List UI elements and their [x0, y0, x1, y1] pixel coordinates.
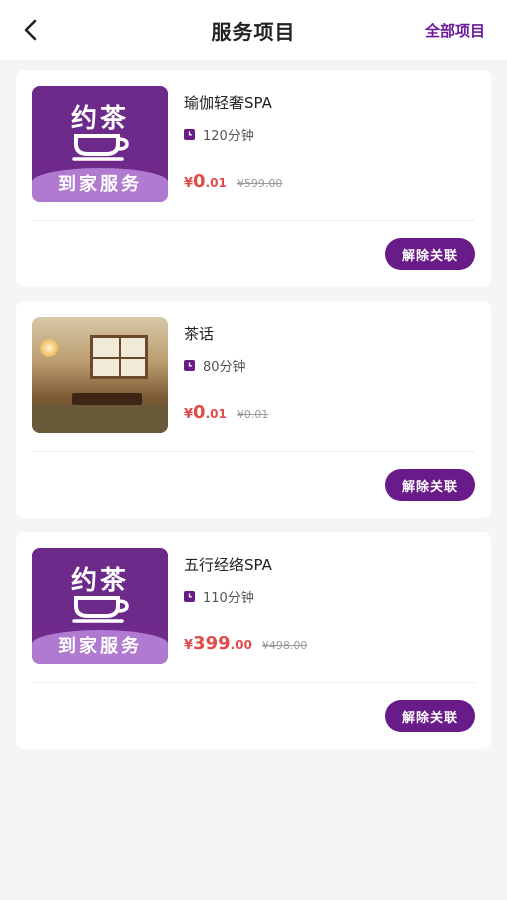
service-photo: [32, 317, 168, 433]
chevron-left-icon: [24, 19, 37, 41]
service-card: 约茶 到家服务 瑜伽轻奢SPA 120分钟 ¥0.01 ¥599.00 解除关联: [16, 70, 491, 287]
unlink-button[interactable]: 解除关联: [384, 700, 475, 732]
original-price: ¥599.00: [236, 177, 283, 190]
original-price: ¥498.00: [261, 639, 308, 652]
tea-cup-icon: [72, 134, 129, 161]
service-card: 茶话 80分钟 ¥0.01 ¥0.01 解除关联: [16, 301, 491, 518]
service-price: ¥0.01: [184, 402, 227, 423]
service-price: ¥0.01: [184, 171, 227, 192]
service-logo-image: 约茶 到家服务: [32, 86, 168, 202]
clock-icon: [184, 129, 195, 140]
original-price: ¥0.01: [236, 408, 269, 421]
service-name: 五行经络SPA: [184, 556, 272, 574]
tea-cup-icon: [72, 596, 129, 623]
service-duration: 110分钟: [203, 591, 254, 606]
logo-subtitle: 到家服务: [58, 174, 142, 195]
service-card: 约茶 到家服务 五行经络SPA 110分钟 ¥399.00 ¥498.00 解除…: [16, 532, 491, 749]
service-price: ¥399.00: [184, 633, 252, 654]
service-list: 约茶 到家服务 瑜伽轻奢SPA 120分钟 ¥0.01 ¥599.00 解除关联…: [0, 60, 507, 749]
unlink-button[interactable]: 解除关联: [384, 469, 475, 501]
all-items-link[interactable]: 全部项目: [425, 20, 485, 41]
service-name: 茶话: [184, 325, 215, 343]
logo-word: 约茶: [70, 566, 129, 596]
service-duration: 80分钟: [203, 360, 246, 375]
service-logo-image: 约茶 到家服务: [32, 548, 168, 664]
clock-icon: [184, 591, 195, 602]
service-name: 瑜伽轻奢SPA: [184, 94, 272, 112]
page-title: 服务项目: [211, 19, 296, 44]
logo-subtitle: 到家服务: [58, 636, 142, 657]
service-duration: 120分钟: [203, 129, 254, 144]
clock-icon: [184, 360, 195, 371]
back-button[interactable]: [16, 16, 44, 44]
unlink-button[interactable]: 解除关联: [384, 238, 475, 270]
logo-word: 约茶: [70, 104, 129, 134]
top-bar: 服务项目 全部项目: [0, 0, 507, 60]
